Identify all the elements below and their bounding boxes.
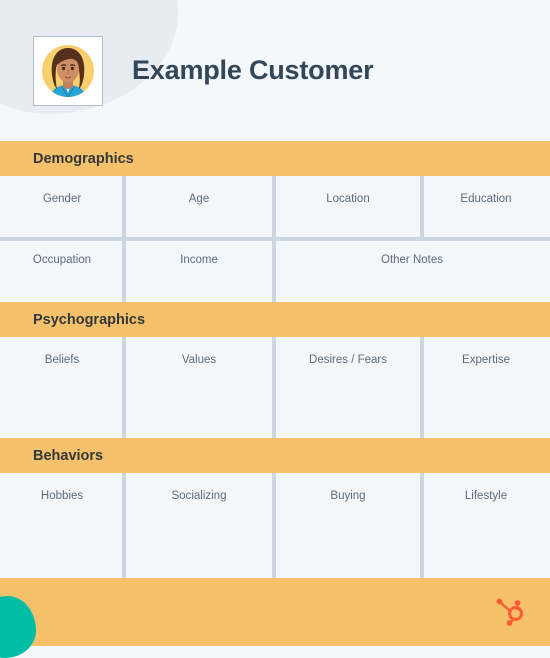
cell-label: Desires / Fears: [309, 354, 387, 366]
cell-label: Expertise: [462, 354, 510, 366]
cell-age[interactable]: Age: [122, 176, 274, 237]
section-header-demographics: Demographics: [0, 141, 550, 176]
cell-location[interactable]: Location: [272, 176, 422, 237]
avatar-illustration: [42, 44, 94, 97]
section-header-psychographics: Psychographics: [0, 302, 550, 337]
cell-label: Values: [181, 354, 217, 366]
cell-socializing[interactable]: Socializing: [122, 473, 274, 578]
cell-occupation[interactable]: Occupation: [0, 237, 124, 302]
table-row: Beliefs Values Desires / Fears Expertise: [0, 337, 550, 438]
cell-label: Location: [326, 193, 370, 205]
cell-label: Beliefs: [44, 354, 80, 366]
table-row: Hobbies Socializing Buying Lifestyle: [0, 473, 550, 578]
cell-label: Income: [180, 254, 218, 266]
cell-desires-fears[interactable]: Desires / Fears: [272, 337, 422, 438]
cell-label: Lifestyle: [464, 490, 508, 502]
avatar: [33, 35, 103, 106]
table-row: Gender Age Location Education: [0, 176, 550, 237]
cell-label: Buying: [330, 490, 366, 502]
cell-label: Hobbies: [40, 490, 84, 502]
section-title: Behaviors: [33, 447, 104, 464]
cell-other-notes[interactable]: Other Notes: [272, 237, 550, 302]
cell-expertise[interactable]: Expertise: [420, 337, 550, 438]
cell-lifestyle[interactable]: Lifestyle: [420, 473, 550, 578]
table-row: Occupation Income Other Notes: [0, 237, 550, 302]
cell-buying[interactable]: Buying: [272, 473, 422, 578]
cell-label: Age: [188, 193, 210, 205]
cell-values[interactable]: Values: [122, 337, 274, 438]
page-header: Example Customer: [0, 0, 550, 141]
page-footer: [0, 578, 550, 646]
page-title: Example Customer: [132, 55, 374, 85]
cell-education[interactable]: Education: [420, 176, 550, 237]
section-title: Psychographics: [33, 311, 146, 328]
section-title: Demographics: [33, 150, 134, 167]
cell-gender[interactable]: Gender: [0, 176, 124, 237]
cell-hobbies[interactable]: Hobbies: [0, 473, 124, 578]
section-header-behaviors: Behaviors: [0, 438, 550, 473]
cell-income[interactable]: Income: [122, 237, 274, 302]
persona-table: Demographics Gender Age Location Educati…: [0, 141, 550, 578]
cell-label: Other Notes: [381, 254, 443, 266]
cell-beliefs[interactable]: Beliefs: [0, 337, 124, 438]
cell-label: Education: [460, 193, 512, 205]
cell-label: Gender: [42, 193, 82, 205]
cell-label: Occupation: [32, 254, 92, 266]
cell-label: Socializing: [171, 490, 227, 502]
hubspot-sprocket-logo-icon: [496, 598, 523, 626]
